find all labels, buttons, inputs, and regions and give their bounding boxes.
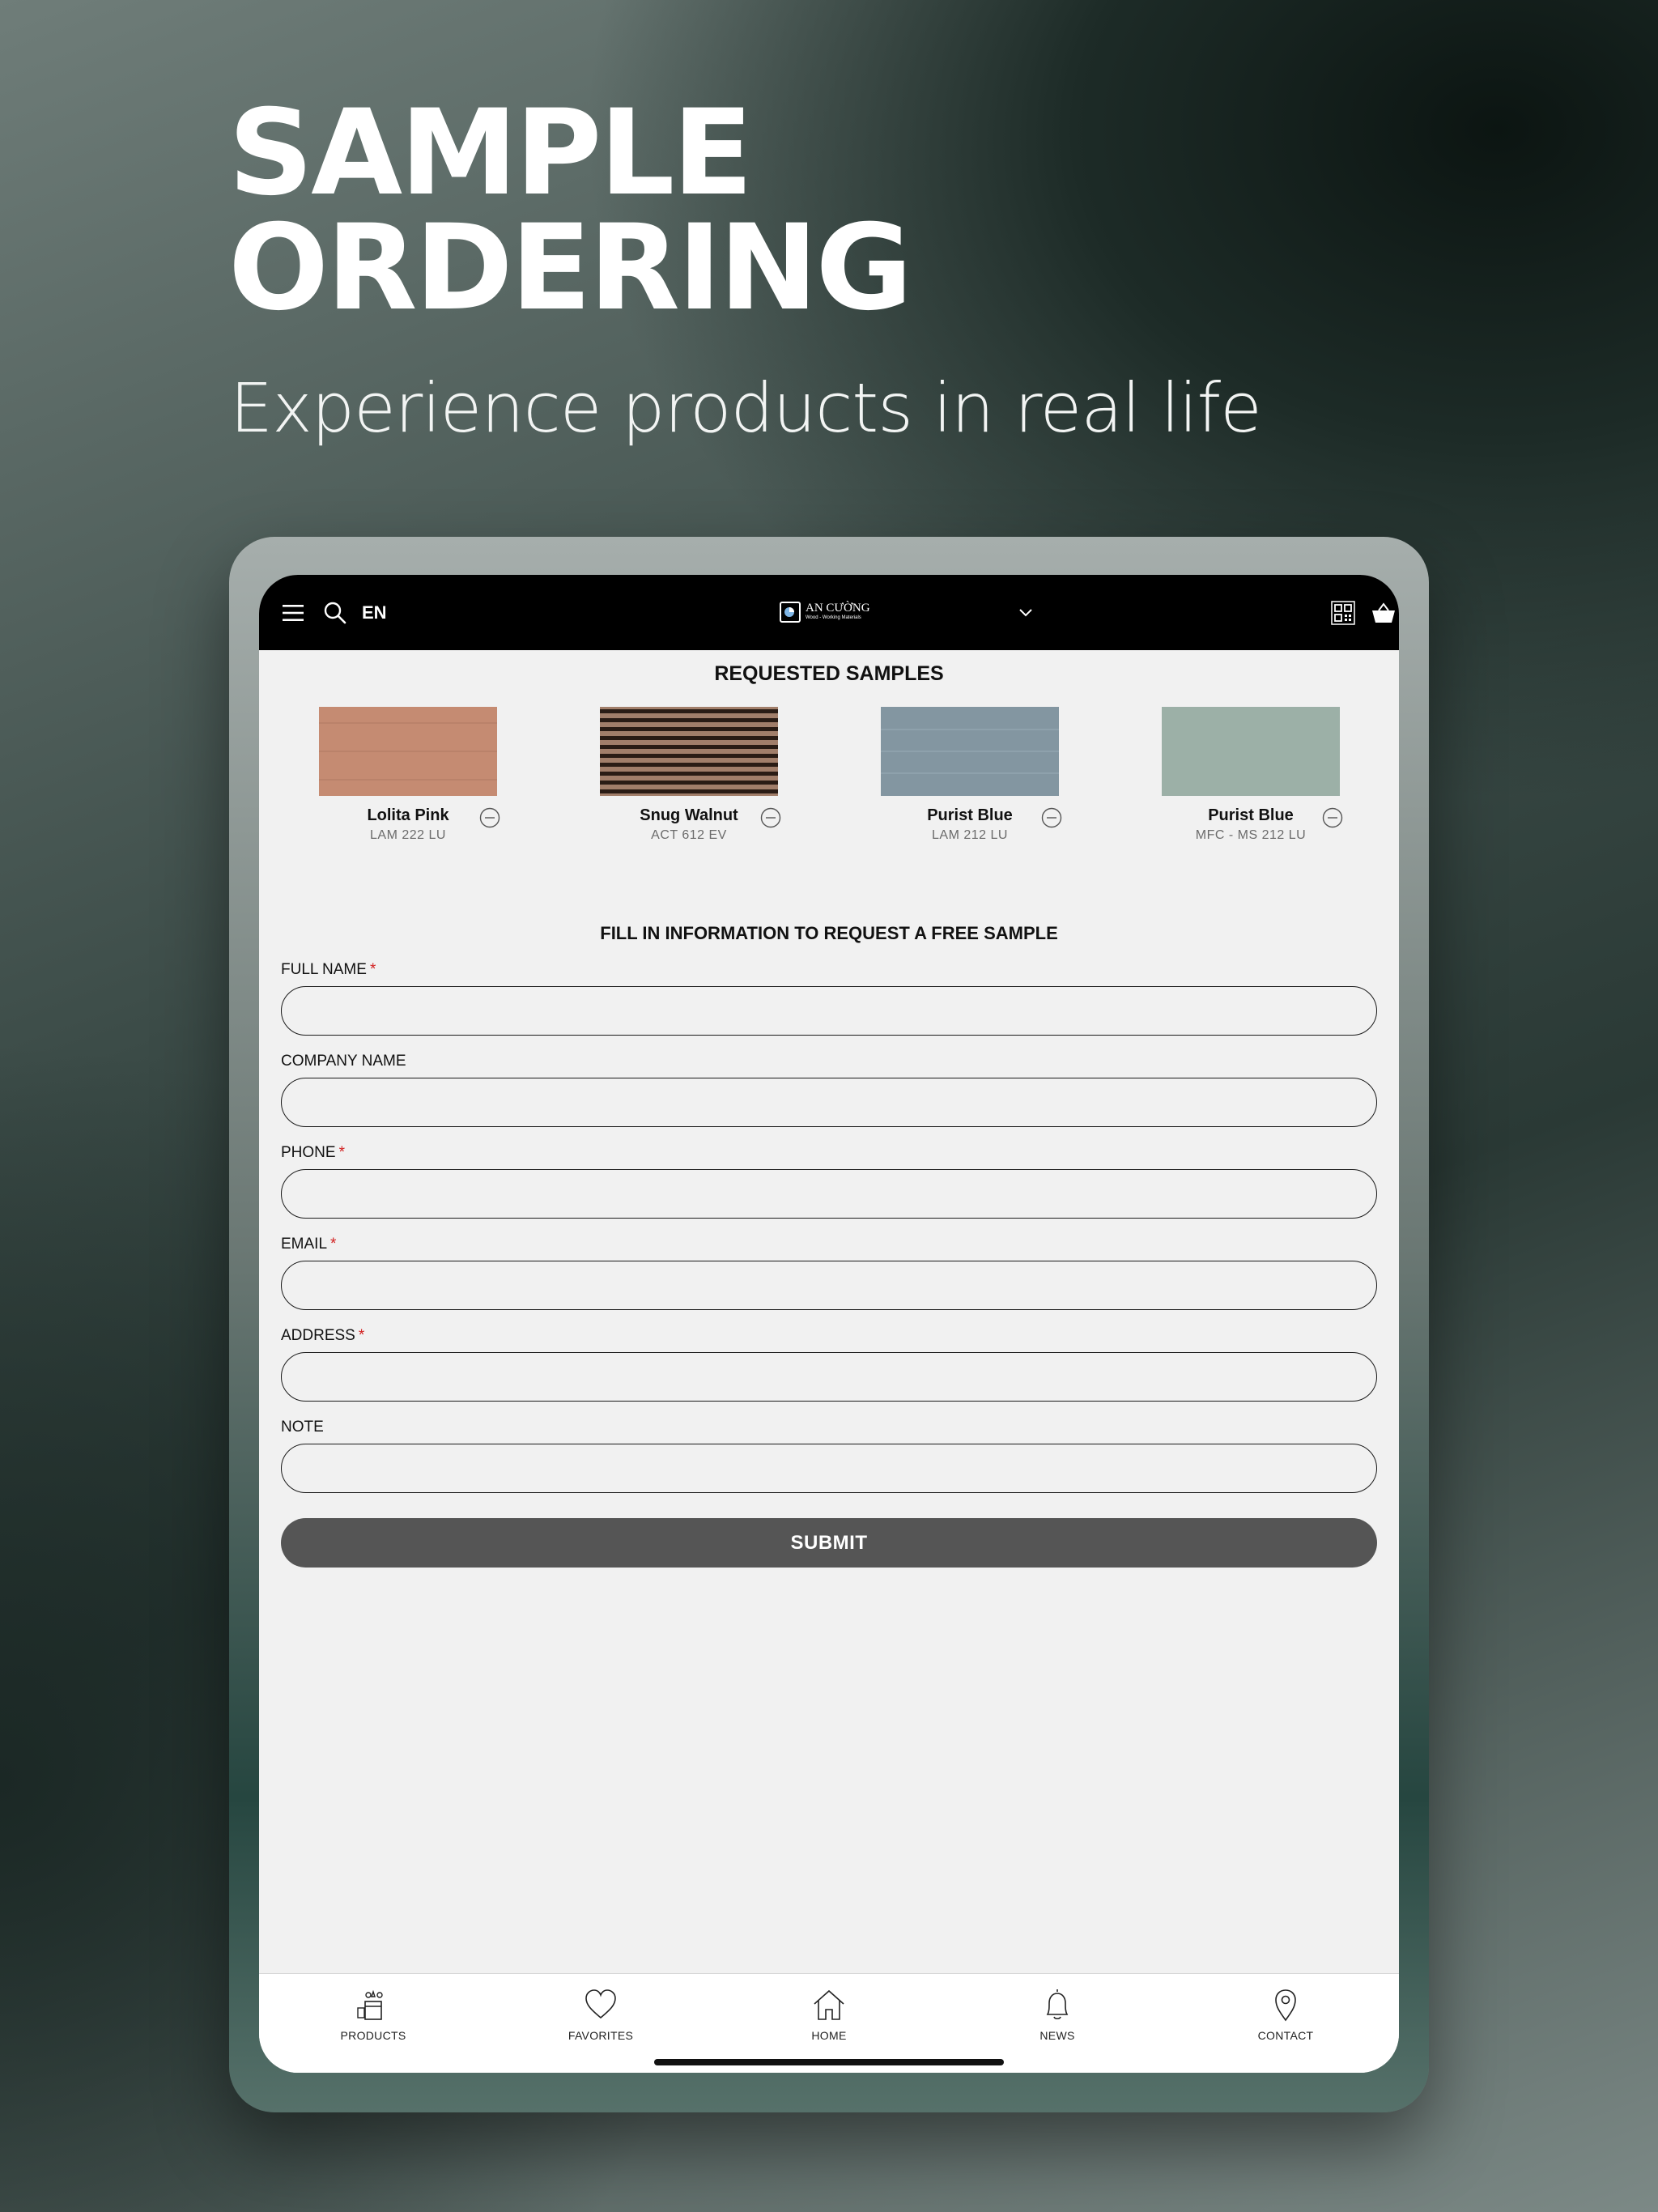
nav-label: PRODUCTS — [340, 2029, 406, 2042]
sample-swatch — [319, 707, 497, 796]
required-mark: * — [358, 1327, 365, 1344]
email-label: EMAIL * — [281, 1236, 337, 1253]
full-name-label: FULL NAME * — [281, 961, 376, 978]
required-mark: * — [330, 1236, 337, 1253]
sample-card[interactable]: Snug Walnut ACT 612 EV — [600, 707, 794, 853]
tablet-frame: EN AN CƯỜNG Wood - Working Materials REQ… — [229, 537, 1429, 2112]
app-screen: EN AN CƯỜNG Wood - Working Materials REQ… — [259, 575, 1399, 2073]
company-name-field[interactable] — [281, 1078, 1377, 1127]
phone-label: PHONE * — [281, 1144, 345, 1161]
required-mark: * — [338, 1144, 345, 1161]
nav-item-contact[interactable]: CONTACT — [1205, 1987, 1367, 2044]
sample-name: Lolita Pink — [367, 806, 449, 824]
submit-button[interactable]: SUBMIT — [281, 1518, 1377, 1568]
sample-code: MFC - MS 212 LU — [1195, 828, 1307, 842]
nav-label: CONTACT — [1257, 2029, 1314, 2042]
sample-swatch — [1162, 707, 1340, 796]
phone-field[interactable] — [281, 1169, 1377, 1219]
address-field[interactable] — [281, 1352, 1377, 1402]
qr-code-icon[interactable] — [1327, 575, 1359, 650]
hero-title-line1: SAMPLE — [228, 84, 753, 222]
logo-tagline: Wood - Working Materials — [806, 615, 861, 620]
nav-label: NEWS — [1039, 2029, 1075, 2042]
sample-code: LAM 212 LU — [932, 828, 1008, 842]
requested-samples-title: REQUESTED SAMPLES — [714, 662, 944, 685]
language-selector[interactable]: EN — [362, 575, 387, 650]
home-indicator[interactable] — [654, 2059, 1004, 2065]
nav-item-favorites[interactable]: FAVORITES — [520, 1987, 682, 2044]
sample-card[interactable]: Lolita Pink LAM 222 LU — [319, 707, 513, 853]
remove-sample-icon[interactable] — [760, 807, 781, 828]
nav-item-news[interactable]: NEWS — [976, 1987, 1138, 2044]
nav-label: HOME — [811, 2029, 847, 2042]
form-title: FILL IN INFORMATION TO REQUEST A FREE SA… — [600, 923, 1058, 943]
products-icon — [357, 1989, 383, 2020]
sample-code: LAM 222 LU — [370, 828, 446, 842]
sample-code: ACT 612 EV — [651, 828, 727, 842]
remove-sample-icon[interactable] — [1041, 807, 1062, 828]
hero-title-line2: ORDERING — [228, 199, 912, 337]
search-icon[interactable] — [317, 575, 353, 650]
nav-label: FAVORITES — [568, 2029, 634, 2042]
sample-swatch — [881, 707, 1059, 796]
note-field[interactable] — [281, 1444, 1377, 1493]
address-label: ADDRESS * — [281, 1327, 365, 1344]
nav-item-products[interactable]: PRODUCTS — [292, 1987, 454, 2044]
heart-icon — [585, 1989, 616, 2019]
sample-name: Purist Blue — [927, 806, 1013, 824]
logo-mark-icon — [780, 602, 801, 623]
logo-name: AN CƯỜNG — [806, 602, 870, 615]
sample-swatch — [600, 707, 778, 796]
brand-logo[interactable]: AN CƯỜNG Wood - Working Materials — [780, 599, 875, 625]
bell-icon — [1046, 1989, 1069, 2020]
sample-card[interactable]: Purist Blue MFC - MS 212 LU — [1162, 707, 1356, 853]
sample-name: Snug Walnut — [640, 806, 738, 824]
company-name-label: COMPANY NAME — [281, 1053, 406, 1070]
hero-subtitle: Experience products in real life — [230, 368, 1262, 448]
remove-sample-icon[interactable] — [1322, 807, 1343, 828]
full-name-field[interactable] — [281, 986, 1377, 1036]
remove-sample-icon[interactable] — [479, 807, 500, 828]
hamburger-menu-icon[interactable] — [275, 575, 311, 650]
required-mark: * — [369, 961, 376, 978]
top-bar: EN AN CƯỜNG Wood - Working Materials — [259, 575, 1399, 650]
bottom-nav: PRODUCTS FAVORITES HOME NEWS CONTACT — [259, 1973, 1399, 2073]
sample-card[interactable]: Purist Blue LAM 212 LU — [881, 707, 1075, 853]
nav-item-home[interactable]: HOME — [748, 1987, 910, 2044]
location-pin-icon — [1275, 1989, 1296, 2022]
note-label: NOTE — [281, 1419, 324, 1436]
basket-icon[interactable] — [1367, 575, 1399, 650]
chevron-down-icon[interactable] — [1010, 575, 1042, 650]
email-field[interactable] — [281, 1261, 1377, 1310]
sample-name: Purist Blue — [1208, 806, 1294, 824]
hero-title: SAMPLE ORDERING — [228, 84, 912, 337]
home-icon — [814, 1989, 844, 2020]
